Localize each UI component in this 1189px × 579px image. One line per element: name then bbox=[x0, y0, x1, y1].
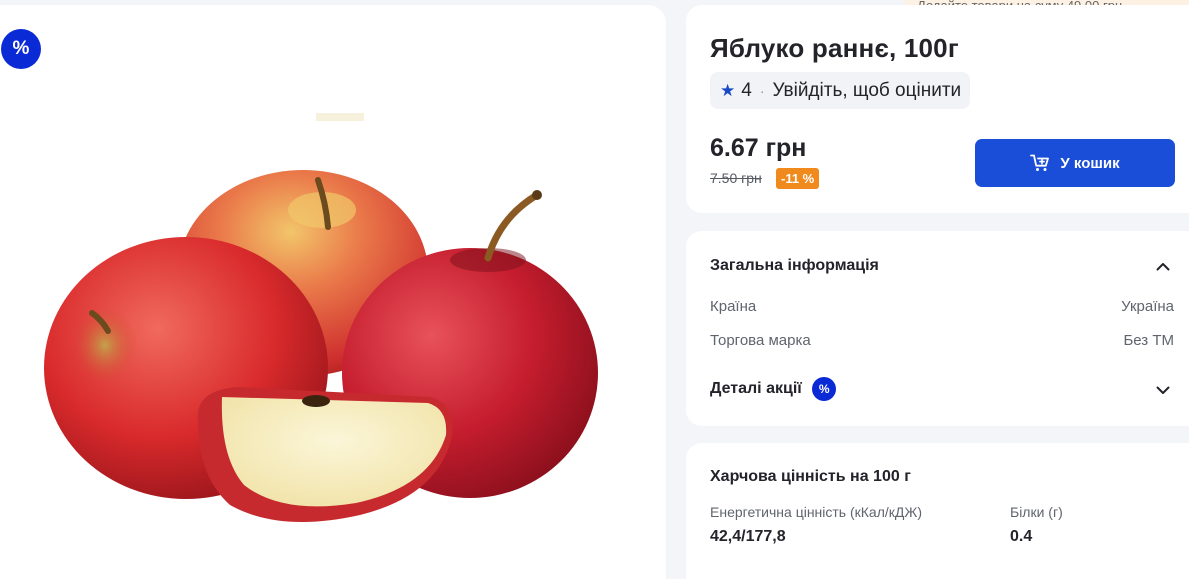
protein-value: 0.4 bbox=[1010, 528, 1033, 545]
rating-value: 4 bbox=[741, 79, 752, 101]
energy-value: 42,4/177,8 bbox=[710, 528, 786, 545]
info-label-brand: Торгова марка bbox=[710, 332, 811, 349]
add-to-cart-label: У кошик bbox=[1060, 154, 1120, 172]
star-icon: ★ bbox=[720, 80, 736, 100]
promo-percent-small-icon: % bbox=[812, 377, 837, 401]
info-value-brand: Без ТМ bbox=[1123, 332, 1174, 349]
product-summary-card: Яблуко раннє, 100г ★ 4 · Увійдіть, щоб о… bbox=[686, 5, 1189, 213]
product-image bbox=[44, 113, 598, 523]
discount-badge: -11 % bbox=[776, 168, 820, 189]
rating-login-prompt[interactable]: Увійдіть, щоб оцінити bbox=[773, 80, 962, 102]
protein-label: Білки (г) bbox=[1010, 504, 1063, 520]
old-price: 7.50 грн bbox=[710, 170, 762, 186]
nutrition-title: Харчова цінність на 100 г bbox=[710, 468, 911, 485]
cart-plus-icon bbox=[1030, 154, 1050, 172]
energy-label: Енергетична цінність (кКал/кДЖ) bbox=[710, 504, 922, 520]
rating-separator: · bbox=[759, 82, 765, 99]
promo-details-label: Деталі акції bbox=[710, 380, 802, 398]
promo-details-toggle[interactable]: Деталі акції % bbox=[710, 377, 837, 401]
chevron-down-icon[interactable] bbox=[1152, 379, 1174, 401]
nutrition-card: Харчова цінність на 100 г Енергетична ці… bbox=[686, 443, 1189, 579]
chevron-up-icon[interactable] bbox=[1152, 255, 1174, 277]
current-price: 6.67 грн bbox=[710, 134, 807, 162]
general-info-card: Загальна інформація Країна Україна Торго… bbox=[686, 231, 1189, 426]
promo-percent-label: % bbox=[12, 38, 30, 59]
promo-percent-icon: % bbox=[1, 29, 41, 69]
info-label-country: Країна bbox=[710, 298, 757, 315]
product-title: Яблуко раннє, 100г bbox=[710, 33, 959, 63]
info-value-country: Україна bbox=[1121, 298, 1174, 315]
product-image-card: % bbox=[0, 5, 666, 579]
rating-chip[interactable]: ★ 4 · Увійдіть, щоб оцінити bbox=[710, 72, 971, 109]
add-to-cart-button[interactable]: У кошик bbox=[975, 139, 1175, 187]
general-info-title[interactable]: Загальна інформація bbox=[710, 257, 879, 275]
